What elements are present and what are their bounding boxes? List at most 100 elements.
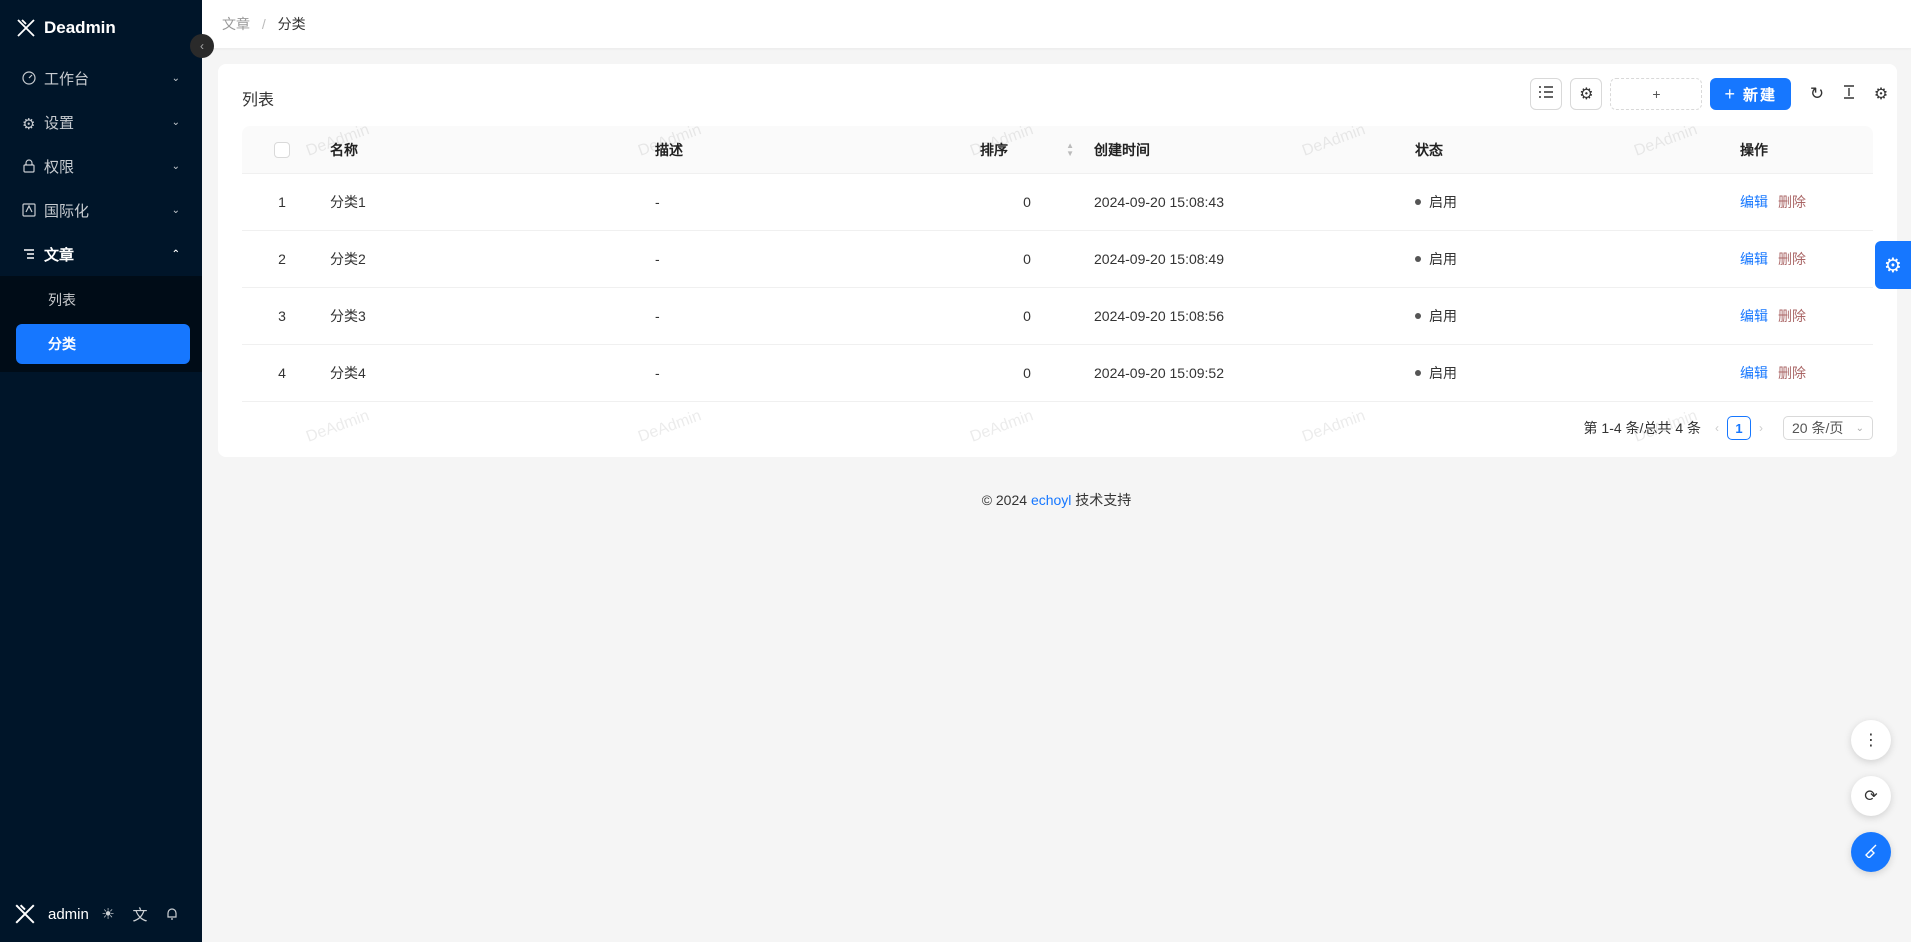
footer-link[interactable]: echoyl [1031,492,1071,508]
status-dot [1415,256,1421,262]
status-text: 启用 [1429,194,1457,210]
cell-desc: - [655,251,660,267]
cell-actions: 编辑 删除 [1732,363,1873,383]
language-icon[interactable]: 文 [124,904,156,925]
breadcrumb-separator: / [261,16,266,32]
theme-sun-icon[interactable]: ☀ [92,905,124,923]
settings-button[interactable]: ⚙ [1570,78,1603,110]
toolbar: ⚙ + + 新建 ↻ ⚙ [1530,78,1897,110]
delete-link[interactable]: 删除 [1778,308,1806,324]
list-view-button[interactable] [1530,78,1563,110]
cell-time: 2024-09-20 15:08:43 [1094,194,1224,210]
cell-time: 2024-09-20 15:08:49 [1094,251,1224,267]
dashboard-icon [22,71,36,85]
sidebar-subitem-list[interactable]: 列表 [16,280,190,320]
header-op: 操作 [1740,141,1768,158]
cell-name: 分类1 [330,194,366,210]
copyright-text: © 2024 [981,492,1028,508]
plus-icon: + [1724,83,1737,104]
sidebar: Deadmin 工作台 ⌄ ⚙ 设置 ⌄ 权限 ⌄ 国际化 ⌄ 文章 ⌃ 列表 … [0,0,202,942]
sidebar-item-permissions[interactable]: 权限 ⌄ [0,144,202,188]
sidebar-item-articles[interactable]: 文章 ⌃ [0,232,202,276]
column-settings-button[interactable]: ⚙ [1865,78,1897,110]
header-sort[interactable]: 排序 ▲ ▼ [972,140,1082,160]
cell-name: 分类4 [330,365,366,381]
sidebar-subitem-label: 分类 [48,336,76,352]
gear-icon: ⚙ [1579,86,1594,103]
sidebar-item-settings[interactable]: ⚙ 设置 ⌄ [0,100,202,144]
gear-icon: ⚙ [1873,86,1889,103]
cell-actions: 编辑 删除 [1732,192,1873,212]
header-status: 状态 [1415,141,1443,158]
cell-desc: - [655,308,660,324]
edit-link[interactable]: 编辑 [1740,308,1768,324]
theme-settings-tab[interactable]: ⚙ [1875,241,1911,289]
cell-sort: 0 [1023,251,1031,267]
pagination-summary: 第 1-4 条/总共 4 条 [1583,420,1701,436]
page-button[interactable]: 1 [1727,416,1751,440]
article-icon [22,247,36,261]
header-desc: 描述 [655,141,683,158]
breadcrumb-current: 分类 [277,16,306,32]
breadcrumb-parent[interactable]: 文章 [222,16,250,32]
sidebar-item-i18n[interactable]: 国际化 ⌄ [0,188,202,232]
list-card: 列表 ⚙ + + 新建 ↻ ⚙ 名称 描述 排序 ▲▼ 创建时间 状态 操作 [218,64,1897,457]
cell-desc: - [655,365,660,381]
page-footer: © 2024 echoyl 技术支持 [202,490,1911,510]
cell-status: 启用 [1407,249,1732,269]
cell-status: 启用 [1407,306,1732,326]
cell-sort: 0 [1023,365,1031,381]
sidebar-item-workbench[interactable]: 工作台 ⌄ [0,56,202,100]
bell-icon[interactable] [156,907,188,921]
delete-link[interactable]: 删除 [1778,251,1806,267]
sidebar-item-label: 工作台 [44,70,90,88]
new-button-label: 新建 [1742,86,1777,104]
gear-icon: ⚙ [1884,254,1902,277]
edit-link[interactable]: 编辑 [1740,251,1768,267]
clear-brush-icon [1863,842,1879,863]
sidebar-item-label: 文章 [44,246,75,264]
add-dashed-button[interactable]: + [1610,78,1703,110]
chevron-up-icon: ⌃ [171,248,180,260]
new-button[interactable]: + 新建 [1710,78,1791,110]
edit-link[interactable]: 编辑 [1740,365,1768,381]
sync-float-button[interactable]: ⟳ [1851,776,1891,816]
more-float-button[interactable]: ⋮ [1851,720,1891,760]
logo-icon [17,19,35,37]
lock-icon [22,159,36,173]
prev-page-icon[interactable]: ‹ [1715,421,1719,435]
chevron-left-icon: ‹ [200,39,204,53]
table-row: 2 分类2 - 0 2024-09-20 15:08:49 启用 编辑 删除 [242,231,1873,288]
category-table: 名称 描述 排序 ▲ ▼ 创建时间 状态 操作 1 分类1 - 0 2024-09… [242,126,1873,402]
table-row: 4 分类4 - 0 2024-09-20 15:09:52 启用 编辑 删除 [242,345,1873,402]
delete-link[interactable]: 删除 [1778,365,1806,381]
table-row: 3 分类3 - 0 2024-09-20 15:08:56 启用 编辑 删除 [242,288,1873,345]
logo-icon [15,904,35,924]
list-icon [1538,85,1554,103]
sidebar-subitem-category[interactable]: 分类 [16,324,190,364]
chevron-down-icon: ⌄ [171,204,180,216]
next-page-icon[interactable]: › [1759,421,1763,435]
select-all-checkbox[interactable] [274,141,290,158]
cell-status: 启用 [1407,192,1732,212]
page-size-select[interactable]: 20 条/页 ⌄ [1783,416,1873,440]
cell-actions: 编辑 删除 [1732,306,1873,326]
density-button[interactable] [1833,78,1865,110]
header-name: 名称 [330,141,358,158]
edit-link[interactable]: 编辑 [1740,194,1768,210]
table-header: 名称 描述 排序 ▲ ▼ 创建时间 状态 操作 [242,126,1873,174]
chevron-down-icon: ⌄ [171,116,180,128]
sidebar-collapse-button[interactable]: ‹ [190,34,214,58]
footer-suffix: 技术支持 [1075,492,1132,508]
reload-button[interactable]: ↻ [1801,78,1833,110]
sort-icon[interactable]: ▲ ▼ [1066,141,1074,158]
delete-link[interactable]: 删除 [1778,194,1806,210]
cell-time: 2024-09-20 15:09:52 [1094,365,1224,381]
submenu-articles: 列表 分类 [0,276,202,372]
app-logo[interactable]: Deadmin [0,0,202,56]
user-name[interactable]: admin [48,906,92,923]
status-dot [1415,370,1421,376]
clear-float-button[interactable] [1851,832,1891,872]
sidebar-item-label: 权限 [44,158,75,176]
status-text: 启用 [1429,251,1457,267]
